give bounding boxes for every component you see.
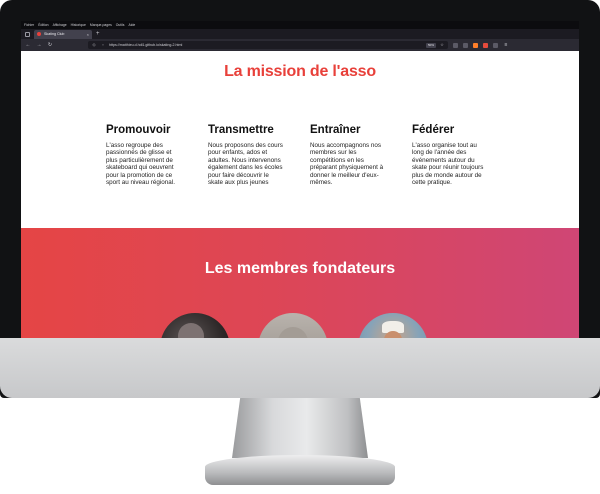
mission-list: Promouvoir L'asso regroupe des passionné…: [106, 124, 489, 186]
zoom-badge[interactable]: 50%: [425, 42, 436, 48]
download-icon[interactable]: [453, 42, 458, 48]
founders-title: Les membres fondateurs: [204, 260, 396, 277]
mission-text: Nous proposons des cours pour enfants, a…: [208, 142, 283, 187]
mission-transmettre: Transmettre Nous proposons des cours pou…: [208, 124, 285, 186]
mission-text: Nous accompagnons nos membres sur les co…: [310, 142, 384, 187]
extension-orange-icon[interactable]: [473, 42, 478, 48]
extensions-icon[interactable]: [463, 42, 468, 48]
menu-icon[interactable]: ≡: [503, 39, 509, 51]
new-tab-button[interactable]: +: [96, 30, 100, 39]
menu-item-fichier[interactable]: Fichier: [24, 21, 34, 29]
account-icon[interactable]: [493, 42, 498, 48]
menu-item-aide[interactable]: Aide: [128, 21, 135, 29]
mission-heading: Transmettre: [208, 124, 274, 136]
mission-entrainer: Entraîner Nous accompagnons nos membres …: [310, 124, 387, 186]
url-bar[interactable]: ◇ ▫ https://matthieu.d.hdi1.github.io/sk…: [88, 41, 448, 49]
tab-title: Skating Club: [44, 32, 65, 36]
monitor-base: [205, 455, 395, 485]
mission-text: L'asso regroupe des passionnés de glisse…: [106, 142, 175, 187]
forward-icon[interactable]: →: [36, 39, 42, 51]
mission-text: L'asso organise tout au long de l'année …: [412, 142, 484, 187]
mission-heading: Fédérer: [412, 124, 455, 136]
browser-tabbar: Skating Club × +: [21, 29, 579, 39]
monitor-chin: [0, 338, 600, 398]
web-page: La mission de l'asso Promouvoir L'asso r…: [21, 51, 579, 338]
tab-list-icon[interactable]: [25, 31, 30, 37]
reload-icon[interactable]: ↻: [47, 39, 53, 51]
mission-heading: Promouvoir: [106, 124, 171, 136]
favicon-icon: [37, 32, 41, 36]
browser-menubar: Fichier Édition Affichage Historique Mar…: [21, 21, 579, 29]
founder-photo-3: [358, 313, 428, 338]
browser-tab[interactable]: Skating Club ×: [34, 29, 92, 39]
shield-icon[interactable]: ◇: [91, 41, 97, 49]
menu-item-historique[interactable]: Historique: [71, 21, 86, 29]
mission-title: La mission de l'asso: [224, 63, 376, 80]
mission-promouvoir: Promouvoir L'asso regroupe des passionné…: [106, 124, 183, 186]
menu-item-outils[interactable]: Outils: [116, 21, 125, 29]
menu-item-edition[interactable]: Édition: [38, 21, 48, 29]
monitor-stand: [232, 398, 368, 458]
tab-close-icon[interactable]: ×: [87, 32, 89, 37]
founders-section: Les membres fondateurs: [21, 228, 579, 338]
screen: Fichier Édition Affichage Historique Mar…: [21, 21, 579, 338]
menu-item-affichage[interactable]: Affichage: [53, 21, 67, 29]
browser-navbar: ← → ↻ ◇ ▫ https://matthieu.d.hdi1.github…: [21, 39, 579, 51]
url-text[interactable]: https://matthieu.d.hdi1.github.io/skatin…: [109, 43, 423, 47]
bookmark-icon[interactable]: ☆: [439, 41, 445, 49]
back-icon[interactable]: ←: [25, 39, 31, 51]
founder-photo-1: [160, 313, 230, 338]
founder-photo-2: [258, 313, 328, 338]
lock-icon[interactable]: ▫: [100, 41, 106, 49]
extension-red-icon[interactable]: [483, 42, 488, 48]
mission-federer: Fédérer L'asso organise tout au long de …: [412, 124, 489, 186]
mission-heading: Entraîner: [310, 124, 361, 136]
menu-item-marque-pages[interactable]: Marque-pages: [90, 21, 112, 29]
